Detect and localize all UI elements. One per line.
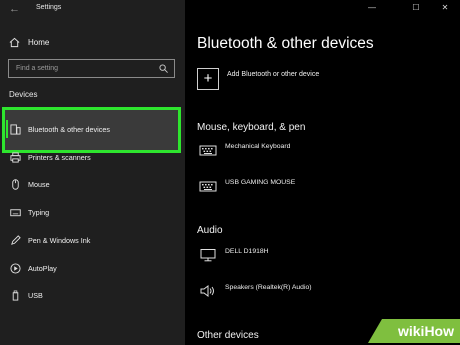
section-title-audio: Audio [197,225,223,236]
back-arrow-icon[interactable]: ← [9,2,23,16]
maximize-button[interactable]: ☐ [410,2,422,14]
section-title-mouse-keyboard-pen: Mouse, keyboard, & pen [197,122,306,133]
device-item[interactable]: Mechanical Keyboard [197,140,447,162]
sidebar-item-label: Printers & scanners [28,153,91,162]
monitor-icon [200,249,216,262]
watermark-suffix: How [424,323,454,339]
watermark-prefix: wiki [397,323,425,339]
device-name: Mechanical Keyboard [225,143,291,150]
keyboard-icon [199,181,217,192]
search-input[interactable]: Find a setting [8,59,175,78]
add-device-button[interactable]: + Add Bluetooth or other device [197,64,447,94]
watermark-text: wikiHow [398,323,454,339]
sidebar-item-autoplay[interactable]: AutoPlay [0,257,185,281]
sidebar-item-label: AutoPlay [28,264,57,273]
nav-home-label: Home [28,38,50,47]
sidebar-item-mouse[interactable]: Mouse [0,173,185,197]
section-heading-devices: Devices [9,90,38,99]
pen-icon [11,235,21,245]
sidebar-item-label: Bluetooth & other devices [28,125,110,134]
section-title-other-devices: Other devices [197,330,259,341]
sidebar-item-typing[interactable]: Typing [0,201,185,225]
sidebar-item-label: Mouse [28,180,50,189]
keyboard-icon [199,145,217,156]
watermark-logo: wikiHow [368,319,460,343]
sidebar-item-label: USB [28,291,43,300]
sidebar-item-pen[interactable]: Pen & Windows Ink [0,229,185,253]
window-title: Settings [36,4,62,11]
nav-home[interactable]: Home [0,32,185,54]
sidebar-item-printers[interactable]: Printers & scanners [0,146,185,170]
close-button[interactable]: ✕ [439,2,451,14]
autoplay-icon [10,263,21,274]
mouse-icon [12,179,19,190]
sidebar: ← Settings Home Find a setting Devices B… [0,0,185,345]
device-name: Speakers (Realtek(R) Audio) [225,284,312,291]
printer-icon [10,152,21,163]
device-item[interactable]: Speakers (Realtek(R) Audio) [197,281,447,303]
page-title: Bluetooth & other devices [197,35,374,52]
add-icon: + [197,68,219,90]
sidebar-item-bluetooth[interactable]: Bluetooth & other devices [0,118,185,142]
minimize-button[interactable]: — [366,2,378,14]
bluetooth-devices-icon [10,124,21,135]
device-name: USB GAMING MOUSE [225,179,296,186]
add-device-label: Add Bluetooth or other device [227,71,320,78]
search-placeholder: Find a setting [16,65,59,72]
search-icon [159,64,168,73]
device-name: DELL D1918H [225,248,269,255]
main-panel: — ☐ ✕ Bluetooth & other devices + Add Bl… [185,0,460,345]
usb-icon [12,290,19,301]
sidebar-item-usb[interactable]: USB [0,284,185,308]
sidebar-item-label: Typing [28,208,50,217]
keyboard-icon [10,209,21,217]
device-item[interactable]: DELL D1918H [197,245,447,267]
sidebar-item-label: Pen & Windows Ink [28,236,91,245]
device-item[interactable]: USB GAMING MOUSE [197,176,447,198]
speaker-icon [200,285,214,297]
home-icon [9,37,20,48]
